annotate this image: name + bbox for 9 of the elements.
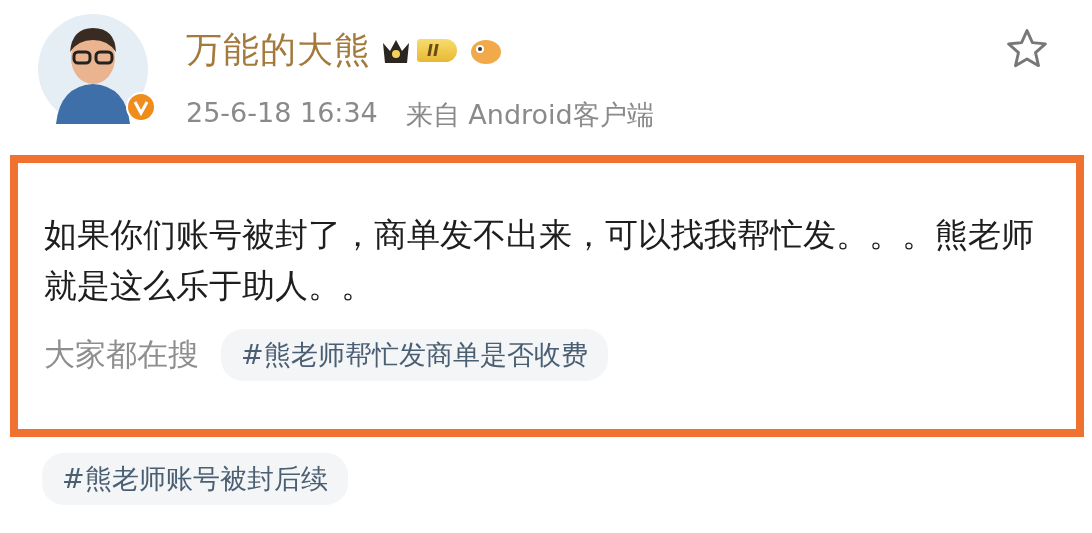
user-name[interactable]: 万能的大熊 xyxy=(186,26,371,75)
post-text: 如果你们账号被封了，商单发不出来，可以找我帮忙发。。。熊老师就是这么乐于助人。。 xyxy=(44,214,1035,307)
trending-label: 大家都在搜 xyxy=(44,335,199,374)
level-badge: II xyxy=(417,39,457,62)
post-source: 来自 Android客户端 xyxy=(405,98,654,132)
topic-tag[interactable]: #熊老师账号被封后续 xyxy=(42,453,348,505)
topic-tag[interactable]: #熊老师帮忙发商单是否收费 xyxy=(221,329,608,381)
post-time: 25-6-18 16:34 xyxy=(186,97,378,130)
avatar[interactable] xyxy=(38,14,148,124)
